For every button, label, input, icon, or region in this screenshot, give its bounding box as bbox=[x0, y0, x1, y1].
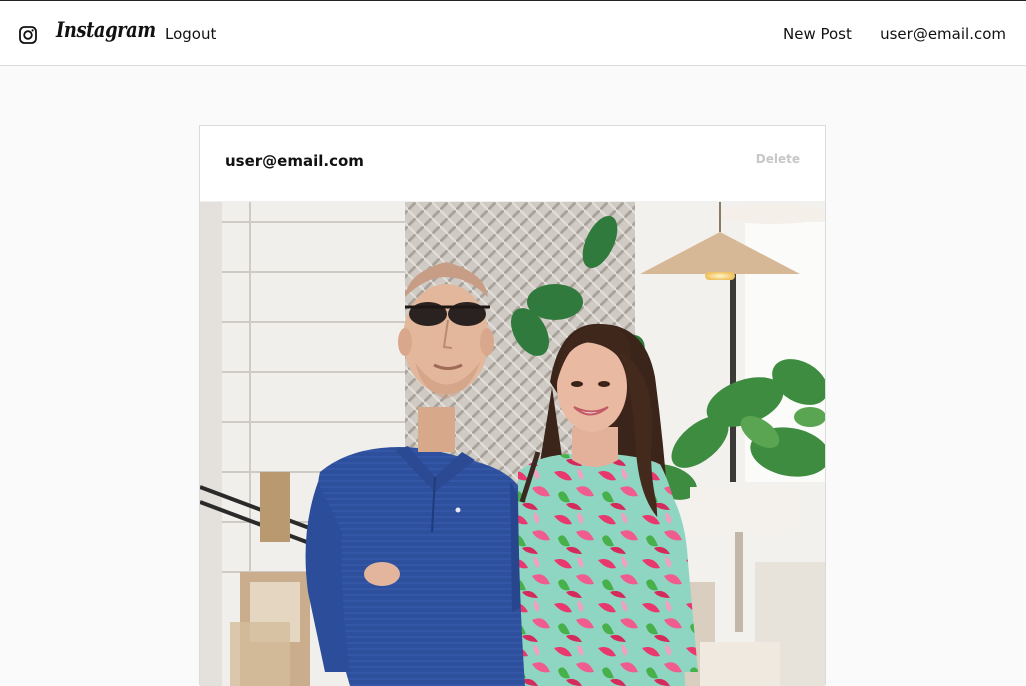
delete-post-button[interactable]: Delete bbox=[756, 152, 800, 166]
post-author[interactable]: user@email.com bbox=[225, 152, 364, 170]
instagram-camera-icon[interactable] bbox=[19, 26, 37, 44]
user-profile-link[interactable]: user@email.com bbox=[880, 25, 1006, 43]
post-header: user@email.com Delete bbox=[200, 126, 825, 202]
post-photo bbox=[200, 202, 825, 686]
logout-link[interactable]: Logout bbox=[165, 25, 216, 43]
top-navbar: Instagram Logout New Post user@email.com bbox=[0, 1, 1026, 66]
post-card: user@email.com Delete bbox=[199, 125, 826, 686]
brand-logo-text[interactable]: Instagram bbox=[56, 17, 156, 42]
new-post-link[interactable]: New Post bbox=[783, 25, 852, 43]
